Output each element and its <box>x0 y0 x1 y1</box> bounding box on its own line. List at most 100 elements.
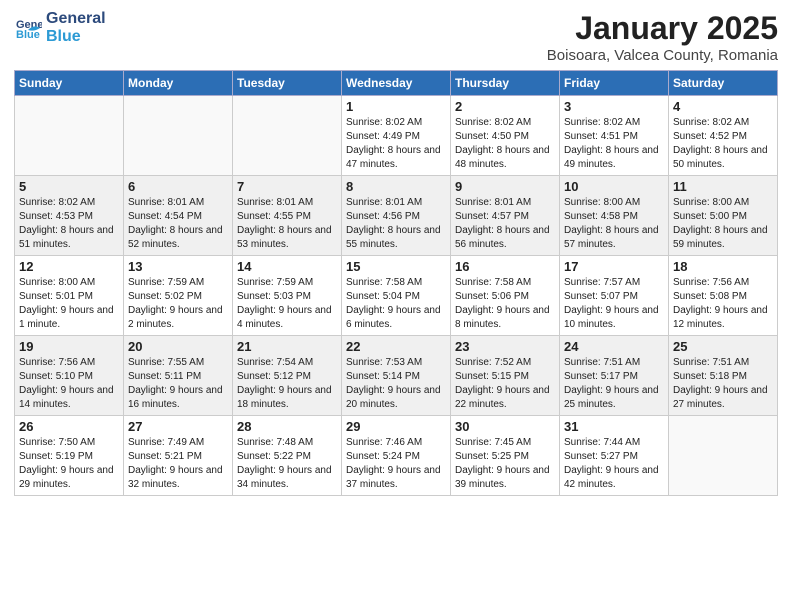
day-cell: 3 Sunrise: 8:02 AM Sunset: 4:51 PM Daylig… <box>560 96 669 176</box>
day-number: 29 <box>346 419 446 434</box>
header-row: SundayMondayTuesdayWednesdayThursdayFrid… <box>15 71 778 96</box>
day-cell: 9 Sunrise: 8:01 AM Sunset: 4:57 PM Daylig… <box>451 176 560 256</box>
day-number: 22 <box>346 339 446 354</box>
day-number: 5 <box>19 179 119 194</box>
day-number: 3 <box>564 99 664 114</box>
day-number: 14 <box>237 259 337 274</box>
logo-line2: Blue <box>46 28 106 46</box>
day-cell: 18 Sunrise: 7:56 AM Sunset: 5:08 PM Dayli… <box>669 256 778 336</box>
day-info: Sunrise: 7:59 AM Sunset: 5:02 PM Dayligh… <box>128 276 228 332</box>
day-info: Sunrise: 8:02 AM Sunset: 4:49 PM Dayligh… <box>346 116 446 172</box>
day-cell: 2Sunrise: 8:02 AM Sunset: 4:50 PM Daylig… <box>451 96 560 176</box>
day-number: 21 <box>237 339 337 354</box>
header-wednesday: Wednesday <box>342 71 451 96</box>
day-cell: 19 Sunrise: 7:56 AM Sunset: 5:10 PM Dayli… <box>15 336 124 416</box>
logo: General Blue General Blue <box>14 10 106 45</box>
day-info: Sunrise: 7:45 AM Sunset: 5:25 PM Dayligh… <box>455 436 555 492</box>
day-info: Sunrise: 8:00 AM Sunset: 5:01 PM Dayligh… <box>19 276 119 332</box>
day-cell: 13Sunrise: 7:59 AM Sunset: 5:02 PM Dayli… <box>124 256 233 336</box>
day-number: 20 <box>128 339 228 354</box>
day-cell: 26Sunrise: 7:50 AM Sunset: 5:19 PM Dayli… <box>15 416 124 496</box>
day-number: 16 <box>455 259 555 274</box>
day-number: 2 <box>455 99 555 114</box>
day-info: Sunrise: 7:48 AM Sunset: 5:22 PM Dayligh… <box>237 436 337 492</box>
logo-line1: General <box>46 10 106 28</box>
day-cell <box>233 96 342 176</box>
day-info: Sunrise: 7:56 AM Sunset: 5:10 PM Dayligh… <box>19 356 119 412</box>
day-number: 9 <box>455 179 555 194</box>
header-monday: Monday <box>124 71 233 96</box>
day-number: 10 <box>564 179 664 194</box>
page: General Blue General Blue January 2025 B… <box>0 0 792 506</box>
header-thursday: Thursday <box>451 71 560 96</box>
week-row-4: 26Sunrise: 7:50 AM Sunset: 5:19 PM Dayli… <box>15 416 778 496</box>
day-number: 24 <box>564 339 664 354</box>
month-title: January 2025 <box>547 10 778 47</box>
day-cell: 24 Sunrise: 7:51 AM Sunset: 5:17 PM Dayli… <box>560 336 669 416</box>
day-info: Sunrise: 8:01 AM Sunset: 4:56 PM Dayligh… <box>346 196 446 252</box>
day-info: Sunrise: 7:56 AM Sunset: 5:08 PM Dayligh… <box>673 276 773 332</box>
day-cell: 31Sunrise: 7:44 AM Sunset: 5:27 PM Dayli… <box>560 416 669 496</box>
day-cell: 22Sunrise: 7:53 AM Sunset: 5:14 PM Dayli… <box>342 336 451 416</box>
day-number: 11 <box>673 179 773 194</box>
calendar-table: SundayMondayTuesdayWednesdayThursdayFrid… <box>14 70 778 496</box>
day-info: Sunrise: 8:00 AM Sunset: 4:58 PM Dayligh… <box>564 196 664 252</box>
day-cell: 5 Sunrise: 8:02 AM Sunset: 4:53 PM Daylig… <box>15 176 124 256</box>
day-number: 17 <box>564 259 664 274</box>
day-info: Sunrise: 7:44 AM Sunset: 5:27 PM Dayligh… <box>564 436 664 492</box>
day-info: Sunrise: 7:52 AM Sunset: 5:15 PM Dayligh… <box>455 356 555 412</box>
week-row-3: 19 Sunrise: 7:56 AM Sunset: 5:10 PM Dayli… <box>15 336 778 416</box>
day-cell: 1 Sunrise: 8:02 AM Sunset: 4:49 PM Daylig… <box>342 96 451 176</box>
day-info: Sunrise: 7:46 AM Sunset: 5:24 PM Dayligh… <box>346 436 446 492</box>
day-number: 28 <box>237 419 337 434</box>
day-cell <box>15 96 124 176</box>
day-cell: 17Sunrise: 7:57 AM Sunset: 5:07 PM Dayli… <box>560 256 669 336</box>
location-title: Boisoara, Valcea County, Romania <box>547 47 778 64</box>
day-info: Sunrise: 7:50 AM Sunset: 5:19 PM Dayligh… <box>19 436 119 492</box>
day-info: Sunrise: 8:02 AM Sunset: 4:51 PM Dayligh… <box>564 116 664 172</box>
day-cell: 12Sunrise: 8:00 AM Sunset: 5:01 PM Dayli… <box>15 256 124 336</box>
day-info: Sunrise: 7:58 AM Sunset: 5:04 PM Dayligh… <box>346 276 446 332</box>
day-number: 27 <box>128 419 228 434</box>
day-cell: 14 Sunrise: 7:59 AM Sunset: 5:03 PM Dayli… <box>233 256 342 336</box>
day-number: 15 <box>346 259 446 274</box>
day-cell: 30Sunrise: 7:45 AM Sunset: 5:25 PM Dayli… <box>451 416 560 496</box>
day-info: Sunrise: 8:02 AM Sunset: 4:53 PM Dayligh… <box>19 196 119 252</box>
day-info: Sunrise: 8:01 AM Sunset: 4:57 PM Dayligh… <box>455 196 555 252</box>
day-info: Sunrise: 8:01 AM Sunset: 4:55 PM Dayligh… <box>237 196 337 252</box>
day-cell: 27Sunrise: 7:49 AM Sunset: 5:21 PM Dayli… <box>124 416 233 496</box>
day-cell: 29 Sunrise: 7:46 AM Sunset: 5:24 PM Dayli… <box>342 416 451 496</box>
day-cell: 25 Sunrise: 7:51 AM Sunset: 5:18 PM Dayli… <box>669 336 778 416</box>
header-saturday: Saturday <box>669 71 778 96</box>
day-number: 25 <box>673 339 773 354</box>
day-number: 19 <box>19 339 119 354</box>
day-cell: 20 Sunrise: 7:55 AM Sunset: 5:11 PM Dayli… <box>124 336 233 416</box>
day-cell: 7 Sunrise: 8:01 AM Sunset: 4:55 PM Daylig… <box>233 176 342 256</box>
day-info: Sunrise: 7:59 AM Sunset: 5:03 PM Dayligh… <box>237 276 337 332</box>
day-info: Sunrise: 7:51 AM Sunset: 5:17 PM Dayligh… <box>564 356 664 412</box>
day-info: Sunrise: 7:55 AM Sunset: 5:11 PM Dayligh… <box>128 356 228 412</box>
week-row-0: 1 Sunrise: 8:02 AM Sunset: 4:49 PM Daylig… <box>15 96 778 176</box>
day-number: 23 <box>455 339 555 354</box>
day-cell <box>669 416 778 496</box>
day-number: 18 <box>673 259 773 274</box>
day-cell: 21Sunrise: 7:54 AM Sunset: 5:12 PM Dayli… <box>233 336 342 416</box>
day-info: Sunrise: 7:51 AM Sunset: 5:18 PM Dayligh… <box>673 356 773 412</box>
day-number: 7 <box>237 179 337 194</box>
week-row-2: 12Sunrise: 8:00 AM Sunset: 5:01 PM Dayli… <box>15 256 778 336</box>
day-number: 4 <box>673 99 773 114</box>
header: General Blue General Blue January 2025 B… <box>14 10 778 64</box>
day-cell: 16 Sunrise: 7:58 AM Sunset: 5:06 PM Dayli… <box>451 256 560 336</box>
day-number: 6 <box>128 179 228 194</box>
title-area: January 2025 Boisoara, Valcea County, Ro… <box>547 10 778 64</box>
day-cell: 6Sunrise: 8:01 AM Sunset: 4:54 PM Daylig… <box>124 176 233 256</box>
header-sunday: Sunday <box>15 71 124 96</box>
day-cell: 10 Sunrise: 8:00 AM Sunset: 4:58 PM Dayli… <box>560 176 669 256</box>
day-info: Sunrise: 8:02 AM Sunset: 4:52 PM Dayligh… <box>673 116 773 172</box>
svg-text:Blue: Blue <box>16 29 40 41</box>
day-info: Sunrise: 7:58 AM Sunset: 5:06 PM Dayligh… <box>455 276 555 332</box>
day-info: Sunrise: 8:00 AM Sunset: 5:00 PM Dayligh… <box>673 196 773 252</box>
day-cell: 4 Sunrise: 8:02 AM Sunset: 4:52 PM Daylig… <box>669 96 778 176</box>
day-number: 1 <box>346 99 446 114</box>
day-cell: 8Sunrise: 8:01 AM Sunset: 4:56 PM Daylig… <box>342 176 451 256</box>
